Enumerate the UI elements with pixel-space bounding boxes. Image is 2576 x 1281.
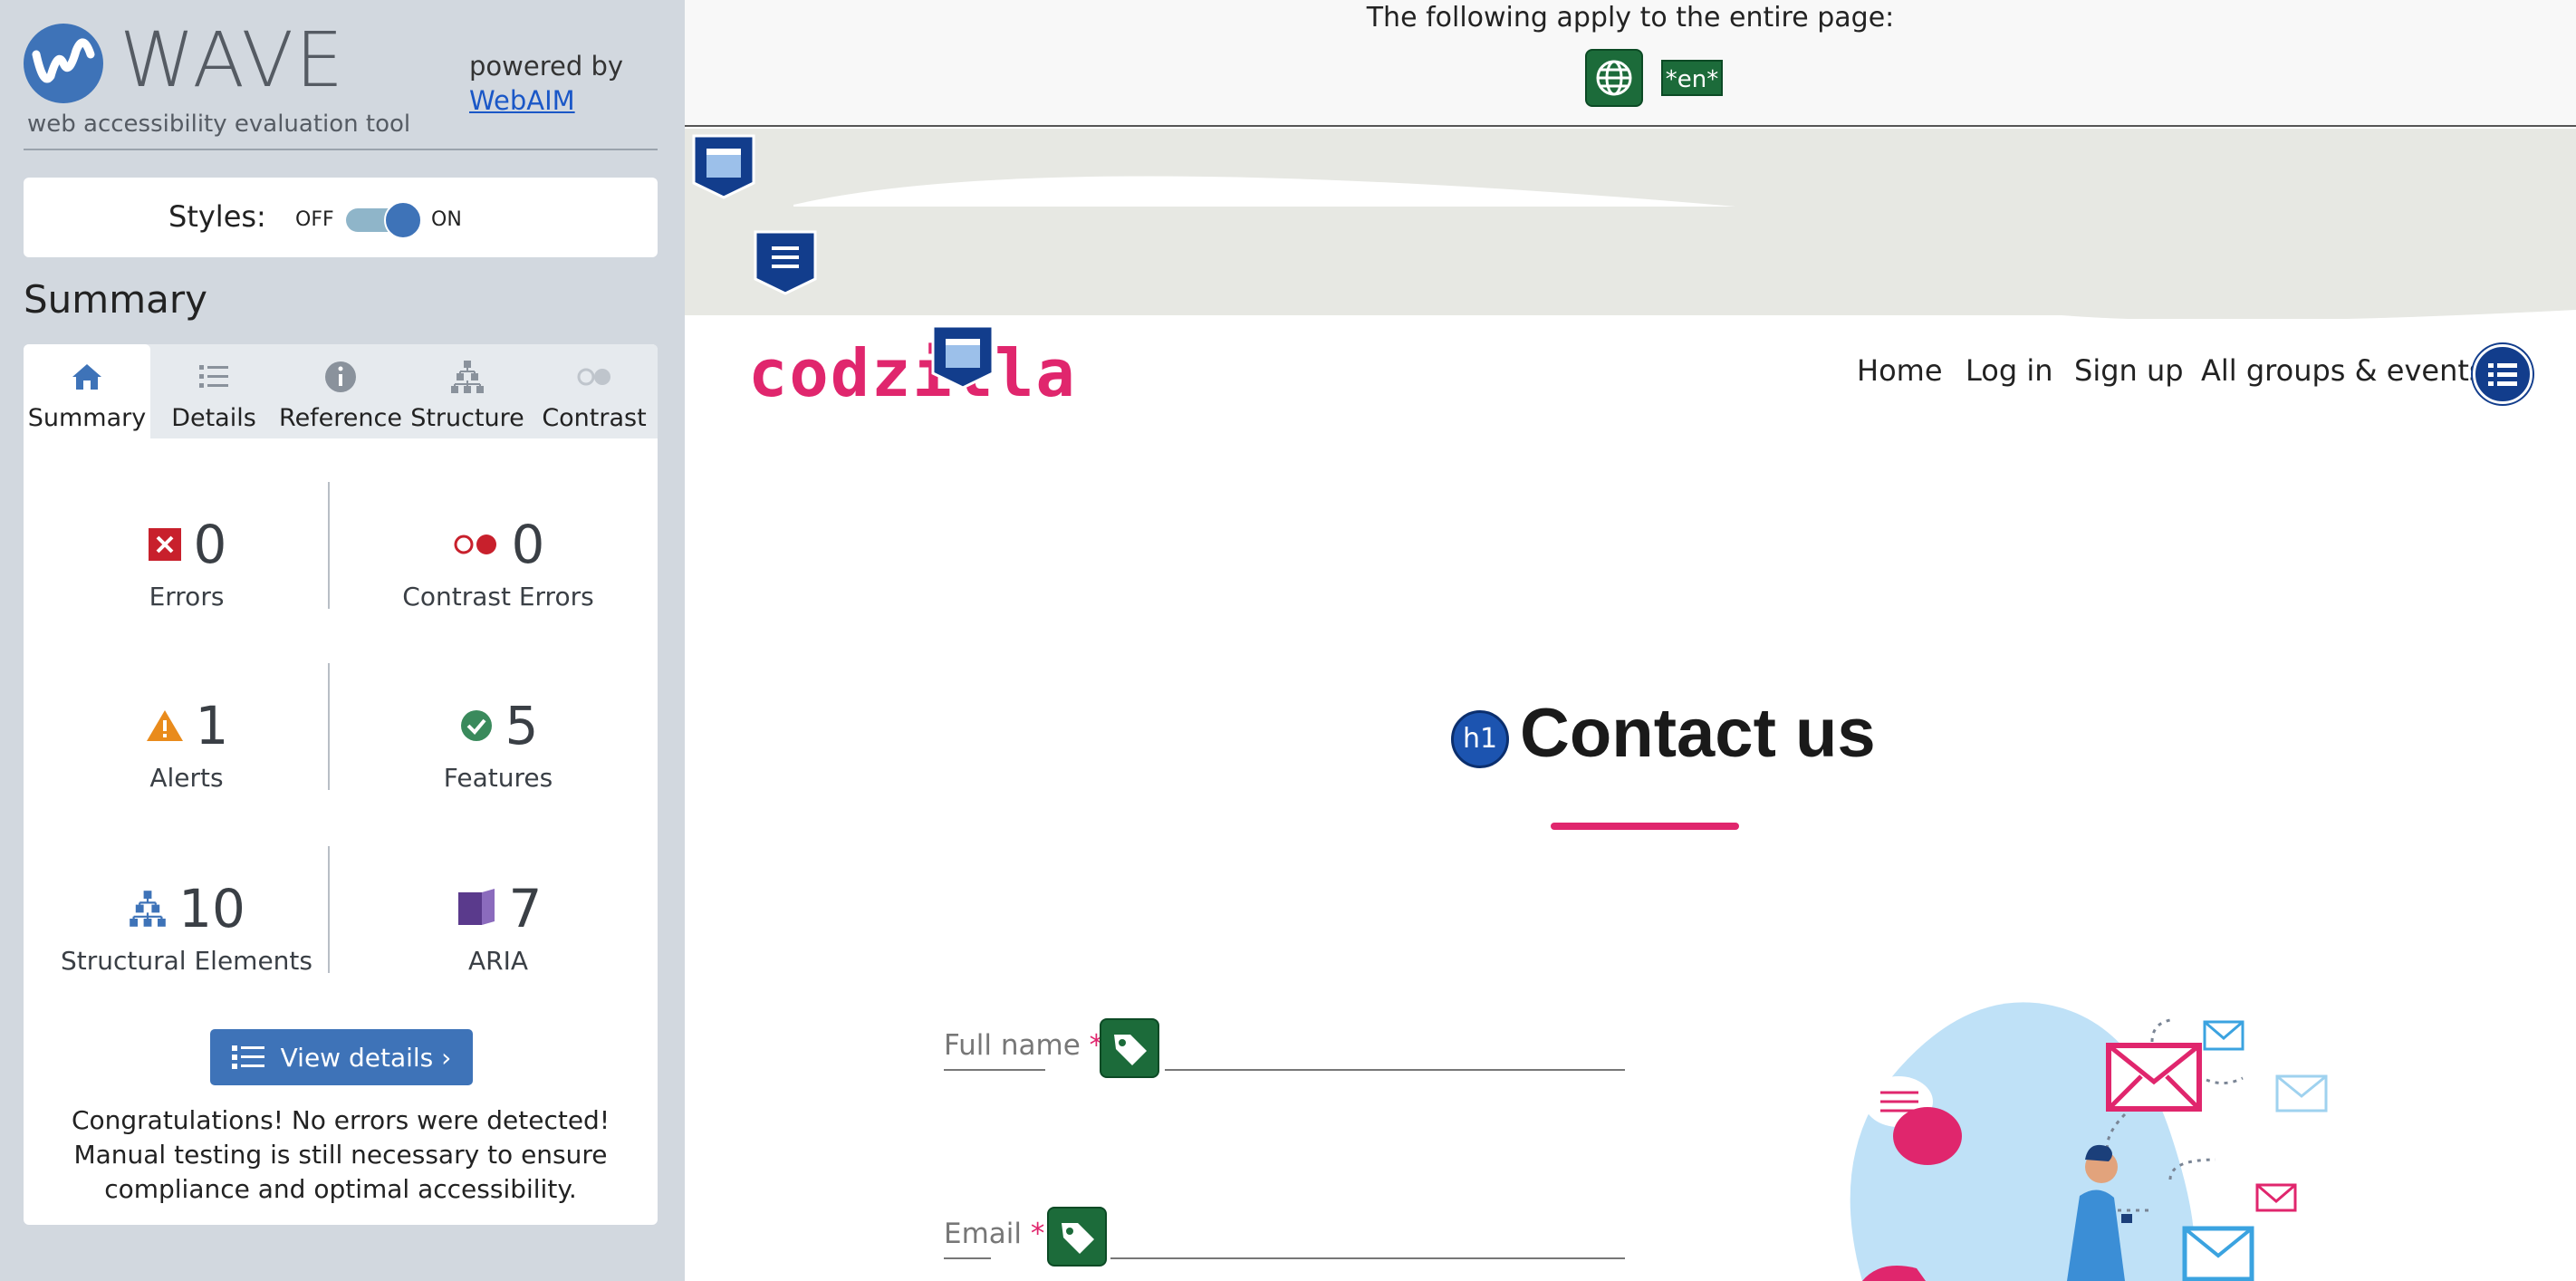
full-name-label-text: Full name [944,1029,1081,1062]
summary-heading: Summary [24,277,207,322]
alerts-label: Alerts [149,763,224,793]
errors-label: Errors [149,582,225,612]
tab-label: Summary [27,404,147,432]
structural-label: Structural Elements [61,946,312,976]
hierarchy-icon [451,361,484,393]
nav-groups-events-link[interactable]: All groups & events [2201,353,2485,388]
contrast-icon [577,368,610,386]
powered-by: powered by WebAIM [469,49,623,118]
alerts-count: 1 [195,695,229,756]
page-title: Contact us [1520,695,1876,772]
structure-icon [130,891,166,927]
stat-errors[interactable]: 0 Errors [42,513,332,612]
header-banner [685,129,2576,321]
divider [24,149,658,150]
email-label-text: Email [944,1218,1023,1250]
divider [328,846,330,973]
list-icon [231,1045,264,1069]
summary-panel: Summary Details Reference Structure Cont… [24,344,658,1225]
contrast-errors-label: Contrast Errors [402,582,594,612]
feature-check-icon [460,710,492,741]
stat-structural[interactable]: 10 Structural Elements [42,877,332,976]
divider [328,663,330,790]
alert-icon [146,710,183,741]
aria-count: 7 [508,878,543,939]
list-structure-icon[interactable] [2473,344,2533,404]
toggle-knob[interactable] [384,201,422,239]
contrast-errors-count: 0 [511,514,545,575]
field-underline [944,1257,991,1259]
region-icon[interactable] [690,132,757,199]
error-icon [148,528,181,561]
field-underline [944,1069,1045,1071]
home-icon [72,364,101,390]
full-name-input[interactable] [1165,1069,1625,1071]
list-icon [199,365,228,388]
contact-illustration [1850,1002,2328,1281]
tab-summary[interactable]: Summary [24,344,150,438]
tab-details[interactable]: Details [150,344,277,438]
nav-login-link[interactable]: Log in [1966,353,2053,388]
view-details-button[interactable]: View details › [210,1029,473,1085]
stat-aria[interactable]: 7 ARIA [353,877,643,976]
divider [328,482,330,609]
full-name-label: Full name * [944,1029,1103,1062]
tab-bar: Summary Details Reference Structure Cont… [24,344,658,438]
wave-title: WAVE [120,15,346,104]
globe-icon[interactable] [1585,49,1643,107]
aria-cube-icon [457,889,495,925]
navigation-icon[interactable] [752,228,819,295]
stat-features[interactable]: 5 Features [353,694,643,793]
info-icon [325,361,356,392]
language-badge[interactable]: *en* [1661,60,1723,96]
styles-off-label: OFF [295,208,334,231]
features-label: Features [443,763,553,793]
styles-toggle[interactable] [346,201,422,239]
required-marker: * [1030,1218,1045,1250]
evaluated-page: The following apply to the entire page: … [685,0,2576,1281]
wave-sidebar: WAVE web accessibility evaluation tool p… [0,0,685,1281]
tab-reference[interactable]: Reference [277,344,404,438]
email-label: Email * [944,1218,1044,1250]
stat-contrast-errors[interactable]: 0 Contrast Errors [353,513,643,612]
tab-label: Details [171,404,256,432]
stat-alerts[interactable]: 1 Alerts [42,694,332,793]
styles-on-label: ON [431,208,462,231]
tab-structure[interactable]: Structure [404,344,531,438]
contrast-error-icon [454,535,496,554]
page-notice-text: The following apply to the entire page: [1366,2,1895,34]
email-input[interactable] [1110,1257,1625,1259]
aria-label: ARIA [467,946,529,976]
banner-wave-shape [685,176,2576,321]
styles-label: Styles: [168,199,266,234]
h1-heading-icon[interactable]: h1 [1451,710,1509,768]
errors-count: 0 [193,514,227,575]
styles-toggle-box: Styles: OFF ON [24,178,658,257]
features-count: 5 [505,695,539,756]
site-logo[interactable]: codzilla [748,335,1077,411]
tab-label: Structure [410,404,524,432]
title-underline [1551,823,1739,830]
wave-subtitle: web accessibility evaluation tool [27,111,411,138]
page-level-notice-bar: The following apply to the entire page: … [685,0,2576,127]
nav-signup-link[interactable]: Sign up [2074,353,2184,388]
label-tag-icon[interactable] [1047,1207,1107,1267]
congrats-message: Congratulations! No errors were detected… [71,1105,610,1204]
wave-logo-icon [24,24,103,103]
label-tag-icon[interactable] [1100,1018,1159,1078]
region-icon[interactable] [929,323,996,390]
powered-by-text: powered by [469,51,624,82]
nav-home-link[interactable]: Home [1857,353,1943,388]
tab-label: Reference [279,404,402,432]
tab-contrast[interactable]: Contrast [531,344,658,438]
view-details-label: View details › [280,1042,452,1073]
tab-label: Contrast [542,404,647,432]
structural-count: 10 [178,878,245,939]
webaim-link[interactable]: WebAIM [469,83,623,118]
